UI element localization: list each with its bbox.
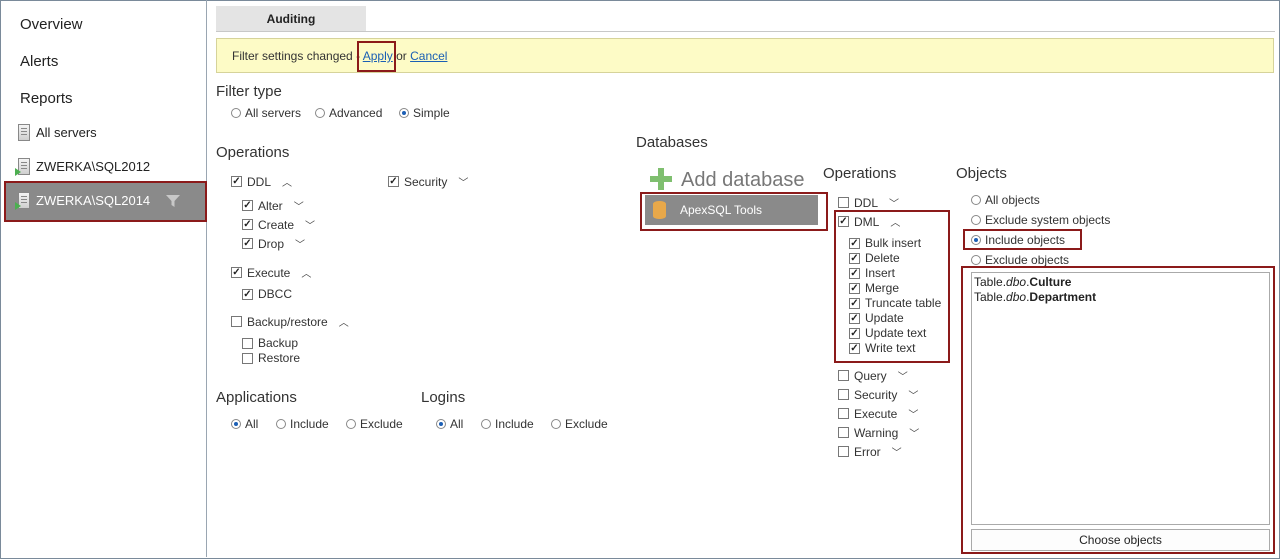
tab-auditing[interactable]: Auditing	[216, 6, 366, 31]
chevron-up-icon: ︿	[301, 269, 312, 280]
chevron-up-icon: ︿	[338, 318, 349, 329]
login-radio-exclude[interactable]: Exclude	[551, 417, 608, 431]
databases-title: Databases	[636, 134, 708, 151]
server-icon	[18, 124, 30, 141]
nav-reports[interactable]: Reports	[20, 90, 73, 107]
app-radio-all[interactable]: All	[231, 417, 258, 431]
radio-advanced[interactable]: Advanced	[315, 106, 382, 120]
chevron-down-icon: ﹀	[908, 410, 919, 421]
db-checkbox-warning[interactable]: Warning ﹀	[838, 425, 919, 440]
checkbox-security[interactable]: ✓ Security ﹀	[388, 174, 468, 189]
logins-title: Logins	[421, 389, 466, 406]
banner-message: Filter settings changed -	[232, 49, 363, 63]
chevron-down-icon: ﹀	[891, 448, 902, 459]
tab-bar	[216, 6, 1275, 32]
server-icon	[15, 158, 30, 176]
server-icon	[15, 192, 30, 210]
db-checkbox-security[interactable]: Security ﹀	[838, 387, 918, 402]
cancel-link[interactable]: Cancel	[410, 49, 447, 63]
banner-text: Filter settings changed - Apply or Cance…	[232, 49, 447, 63]
dml-highlight	[834, 210, 950, 363]
server-sql2014[interactable]: ZWERKA\SQL2014	[15, 192, 151, 210]
chevron-down-icon: ﹀	[295, 240, 306, 251]
server-label: ZWERKA\SQL2014	[36, 193, 151, 208]
checkbox-execute[interactable]: ✓ Execute ︿	[231, 265, 311, 280]
chevron-down-icon: ﹀	[909, 429, 920, 440]
chevron-down-icon: ﹀	[908, 391, 919, 402]
chevron-up-icon: ︿	[282, 178, 293, 189]
include-objects-highlight	[963, 229, 1082, 250]
checkbox-backup-restore[interactable]: Backup/restore ︿	[231, 314, 349, 329]
db-operations-title: Operations	[823, 165, 897, 182]
chevron-down-icon: ﹀	[293, 202, 304, 213]
radio-simple[interactable]: Simple	[399, 106, 450, 120]
chevron-down-icon: ﹀	[458, 178, 469, 189]
login-radio-all[interactable]: All	[436, 417, 463, 431]
server-sql2012[interactable]: ZWERKA\SQL2012	[15, 158, 151, 176]
objects-title: Objects	[956, 165, 1007, 182]
applications-title: Applications	[216, 389, 297, 406]
nav-overview[interactable]: Overview	[20, 16, 83, 33]
apply-highlight	[357, 41, 396, 72]
checkbox-ddl[interactable]: ✓ DDL ︿	[231, 174, 292, 189]
server-all[interactable]: All servers	[18, 124, 97, 141]
login-radio-include[interactable]: Include	[481, 417, 534, 431]
checkbox-alter[interactable]: ✓ Alter ﹀	[242, 198, 304, 213]
db-checkbox-ddl[interactable]: DDL ﹀	[838, 195, 899, 210]
checkbox-dbcc[interactable]: ✓ DBCC	[242, 287, 292, 301]
server-label: ZWERKA\SQL2012	[36, 159, 151, 174]
chevron-down-icon: ﹀	[897, 372, 908, 383]
plus-icon[interactable]	[650, 168, 672, 190]
db-checkbox-execute[interactable]: Execute ﹀	[838, 406, 918, 421]
app-radio-exclude[interactable]: Exclude	[346, 417, 403, 431]
checkbox-restore[interactable]: Restore	[242, 351, 300, 365]
chevron-down-icon: ﹀	[889, 199, 900, 210]
obj-radio-all[interactable]: All objects	[971, 193, 1040, 207]
server-label: All servers	[36, 125, 97, 140]
db-checkbox-error[interactable]: Error ﹀	[838, 444, 902, 459]
objects-highlight	[961, 266, 1275, 554]
chevron-down-icon: ﹀	[305, 221, 316, 232]
checkbox-drop[interactable]: ✓ Drop ﹀	[242, 236, 305, 251]
db-checkbox-query[interactable]: Query ﹀	[838, 368, 908, 383]
obj-radio-exclude-system[interactable]: Exclude system objects	[971, 213, 1110, 227]
add-database-button[interactable]: Add database	[681, 169, 804, 192]
operations-title: Operations	[216, 144, 290, 161]
database-highlight	[640, 192, 828, 231]
filter-icon[interactable]	[166, 194, 180, 208]
obj-radio-exclude[interactable]: Exclude objects	[971, 253, 1069, 267]
nav-alerts[interactable]: Alerts	[20, 53, 58, 70]
filter-type-title: Filter type	[216, 83, 282, 100]
sidebar: Overview Alerts Reports All servers ZWER…	[0, 0, 207, 557]
checkbox-create[interactable]: ✓ Create ﹀	[242, 217, 315, 232]
radio-all-servers[interactable]: All servers	[231, 106, 301, 120]
checkbox-backup[interactable]: Backup	[242, 336, 298, 350]
app-radio-include[interactable]: Include	[276, 417, 329, 431]
